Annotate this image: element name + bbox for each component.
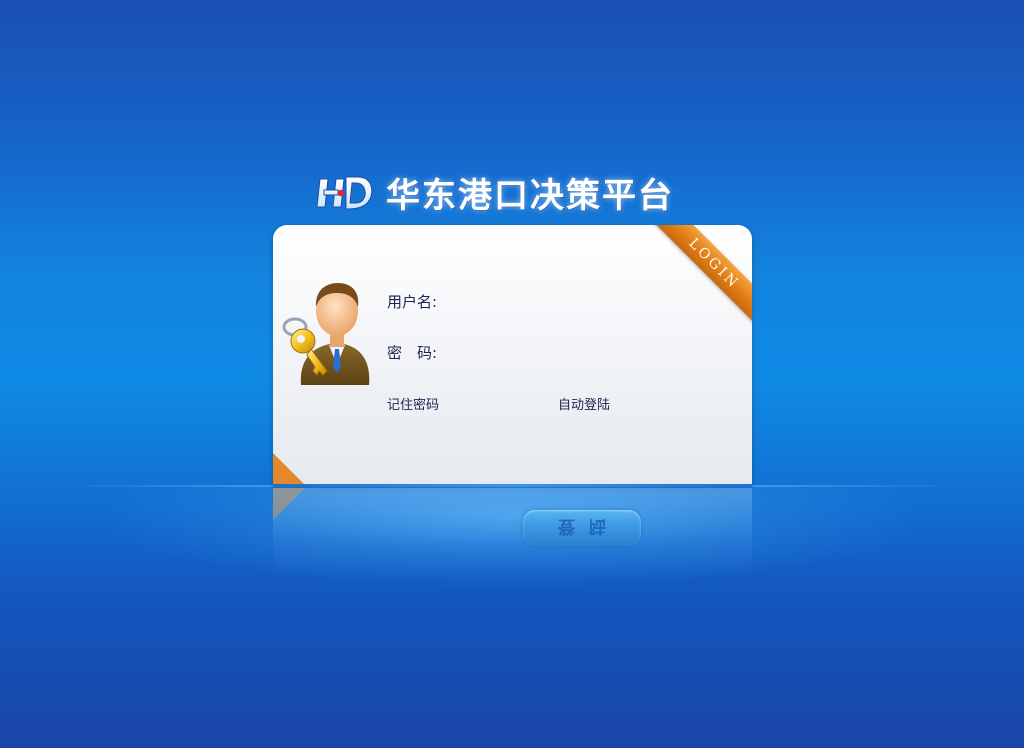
login-card: LOGIN 用户名: 密 码: 记住密码 自动登陆: [273, 225, 752, 485]
password-input[interactable]: [451, 338, 705, 364]
corner-fold-reflection: [273, 488, 305, 520]
hd-logo-icon: [316, 169, 376, 215]
app-title: 华东港口决策平台: [386, 175, 674, 216]
auto-login-option[interactable]: 自动登陆: [558, 394, 610, 413]
card-bottom-border: [273, 484, 752, 487]
corner-fold: [273, 453, 305, 485]
login-button-label: 登陆: [558, 516, 620, 536]
username-input[interactable]: [451, 287, 705, 313]
user-key-avatar-icon: [281, 267, 373, 389]
password-label: 密 码:: [387, 344, 438, 362]
app-header: 华东港口决策平台: [316, 168, 674, 216]
username-label: 用户名:: [387, 293, 438, 311]
login-ribbon: LOGIN: [641, 225, 752, 337]
login-button[interactable]: 登陆: [523, 510, 641, 546]
remember-password-option[interactable]: 记住密码: [387, 394, 439, 413]
card-reflection: [273, 488, 752, 578]
